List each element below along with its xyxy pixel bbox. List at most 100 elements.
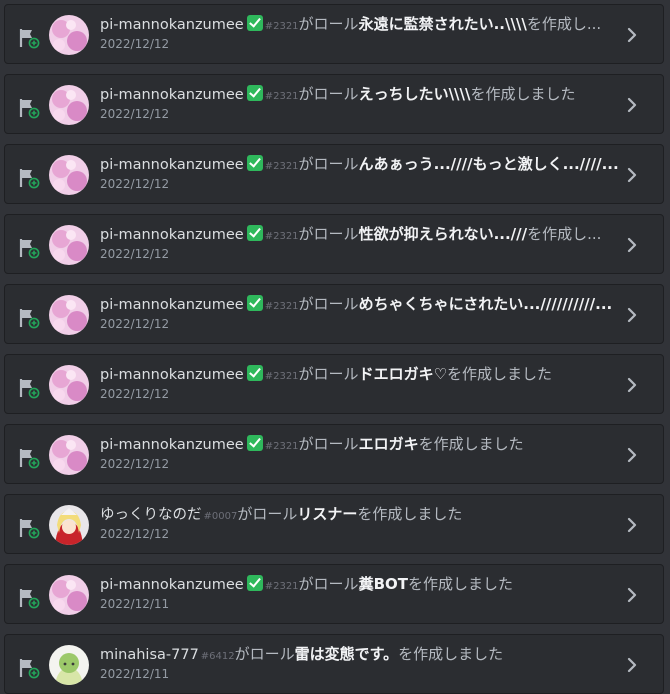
username[interactable]: pi-mannokanzumee <box>100 157 244 173</box>
chevron-right-icon[interactable] <box>625 235 639 255</box>
audit-log-message: pi-mannokanzumee #2321がロールエロガキを作成しました <box>100 434 620 457</box>
timestamp: 2022/12/12 <box>100 37 170 51</box>
audit-log-entry[interactable]: pi-mannokanzumee #2321がロール永遠に監禁されたい..\\\\… <box>4 4 664 64</box>
action-prefix: がロール <box>234 645 295 663</box>
flag-plus-icon <box>19 99 40 119</box>
username[interactable]: pi-mannokanzumee <box>100 17 244 33</box>
verified-check-icon <box>246 575 263 591</box>
discriminator: #2321 <box>264 21 299 32</box>
verified-check-icon <box>246 85 263 101</box>
audit-log-message: pi-mannokanzumee #2321がロール性欲が抑えられない...///… <box>100 224 620 247</box>
role-name: 性欲が抑えられない.../// <box>358 225 528 243</box>
verified-check-icon <box>246 225 263 241</box>
audit-log-message: pi-mannokanzumee #2321がロール永遠に監禁されたい..\\\\… <box>100 14 620 37</box>
discriminator: #6412 <box>200 651 235 662</box>
verified-check-icon <box>246 365 263 381</box>
audit-log-entry[interactable]: minahisa-777 #6412がロール雷は変態です。を作成しました 2022… <box>4 634 664 694</box>
role-name: エロガキ <box>358 435 419 453</box>
action-prefix: がロール <box>237 505 298 523</box>
flag-plus-icon <box>19 309 40 329</box>
avatar <box>49 435 89 475</box>
audit-log-entry[interactable]: pi-mannokanzumee #2321がロールめちゃくちゃにされたい.../… <box>4 284 664 344</box>
avatar <box>49 225 89 265</box>
action-prefix: がロール <box>298 225 359 243</box>
username[interactable]: pi-mannokanzumee <box>100 367 244 383</box>
username[interactable]: minahisa-777 <box>100 647 199 663</box>
flag-plus-icon <box>19 239 40 259</box>
username[interactable]: pi-mannokanzumee <box>100 87 244 103</box>
chevron-right-icon[interactable] <box>625 445 639 465</box>
audit-log-list: pi-mannokanzumee #2321がロール永遠に監禁されたい..\\\\… <box>0 0 670 694</box>
action-prefix: がロール <box>298 435 359 453</box>
role-name: ドエロガキ♡ <box>358 365 448 383</box>
role-name: 永遠に監禁されたい..\\\\ <box>358 15 527 33</box>
discriminator: #2321 <box>264 161 299 172</box>
discriminator: #2321 <box>264 301 299 312</box>
username[interactable]: pi-mannokanzumee <box>100 577 244 593</box>
chevron-right-icon[interactable] <box>625 655 639 675</box>
audit-log-entry[interactable]: pi-mannokanzumee #2321がロール性欲が抑えられない...///… <box>4 214 664 274</box>
action-suffix: を作成しました <box>398 645 504 663</box>
flag-plus-icon <box>19 659 40 679</box>
audit-log-entry[interactable]: pi-mannokanzumee #2321がロール糞BOTを作成しました 202… <box>4 564 664 624</box>
avatar <box>49 365 89 405</box>
timestamp: 2022/12/12 <box>100 317 170 331</box>
role-name: めちゃくちゃにされたい...//////////... <box>358 295 613 313</box>
timestamp: 2022/12/11 <box>100 667 170 681</box>
verified-check-icon <box>246 435 263 451</box>
role-name: 雷は変態です。 <box>294 645 399 663</box>
chevron-right-icon[interactable] <box>625 305 639 325</box>
timestamp: 2022/12/12 <box>100 527 170 541</box>
avatar <box>49 155 89 195</box>
action-prefix: がロール <box>298 295 359 313</box>
timestamp: 2022/12/11 <box>100 597 170 611</box>
discriminator: #2321 <box>264 231 299 242</box>
verified-check-icon <box>246 15 263 31</box>
username[interactable]: pi-mannokanzumee <box>100 297 244 313</box>
audit-log-message: minahisa-777 #6412がロール雷は変態です。を作成しました <box>100 644 620 667</box>
avatar <box>49 15 89 55</box>
discriminator: #2321 <box>264 441 299 452</box>
avatar <box>49 295 89 335</box>
action-suffix: を作成しました <box>447 365 553 383</box>
chevron-right-icon[interactable] <box>625 515 639 535</box>
action-suffix: を作成しました <box>470 85 576 103</box>
audit-log-entry[interactable]: pi-mannokanzumee #2321がロールドエロガキ♡を作成しました 2… <box>4 354 664 414</box>
audit-log-message: pi-mannokanzumee #2321がロールドエロガキ♡を作成しました <box>100 364 620 387</box>
chevron-right-icon[interactable] <box>625 25 639 45</box>
chevron-right-icon[interactable] <box>625 95 639 115</box>
flag-plus-icon <box>19 379 40 399</box>
action-prefix: がロール <box>298 15 359 33</box>
chevron-right-icon[interactable] <box>625 585 639 605</box>
discriminator: #2321 <box>264 91 299 102</box>
flag-plus-icon <box>19 169 40 189</box>
chevron-right-icon[interactable] <box>625 165 639 185</box>
avatar <box>49 645 89 685</box>
avatar <box>49 575 89 615</box>
username[interactable]: pi-mannokanzumee <box>100 227 244 243</box>
role-name: リスナー <box>297 505 358 523</box>
flag-plus-icon <box>19 29 40 49</box>
discriminator: #2321 <box>264 581 299 592</box>
action-suffix: を作成し... <box>527 225 602 243</box>
action-suffix: を作成し... <box>526 15 602 33</box>
audit-log-entry[interactable]: ゆっくりなのだ #0007がロールリスナーを作成しました 2022/12/12 <box>4 494 664 554</box>
action-suffix: を作成しました <box>407 575 513 593</box>
username[interactable]: ゆっくりなのだ <box>100 507 202 523</box>
verified-check-icon <box>246 155 263 171</box>
username[interactable]: pi-mannokanzumee <box>100 437 244 453</box>
flag-plus-icon <box>19 589 40 609</box>
audit-log-message: pi-mannokanzumee #2321がロール糞BOTを作成しました <box>100 574 620 597</box>
audit-log-entry[interactable]: pi-mannokanzumee #2321がロールエロガキを作成しました 202… <box>4 424 664 484</box>
avatar <box>49 85 89 125</box>
timestamp: 2022/12/12 <box>100 107 170 121</box>
action-prefix: がロール <box>298 155 359 173</box>
action-prefix: がロール <box>298 575 359 593</box>
audit-log-entry[interactable]: pi-mannokanzumee #2321がロールんあぁっう...////もっと… <box>4 144 664 204</box>
audit-log-message: pi-mannokanzumee #2321がロールんあぁっう...////もっと… <box>100 154 620 177</box>
timestamp: 2022/12/12 <box>100 457 170 471</box>
chevron-right-icon[interactable] <box>625 375 639 395</box>
audit-log-message: pi-mannokanzumee #2321がロールえっちしたい\\\\を作成しま… <box>100 84 620 107</box>
avatar <box>49 505 89 545</box>
audit-log-entry[interactable]: pi-mannokanzumee #2321がロールえっちしたい\\\\を作成しま… <box>4 74 664 134</box>
